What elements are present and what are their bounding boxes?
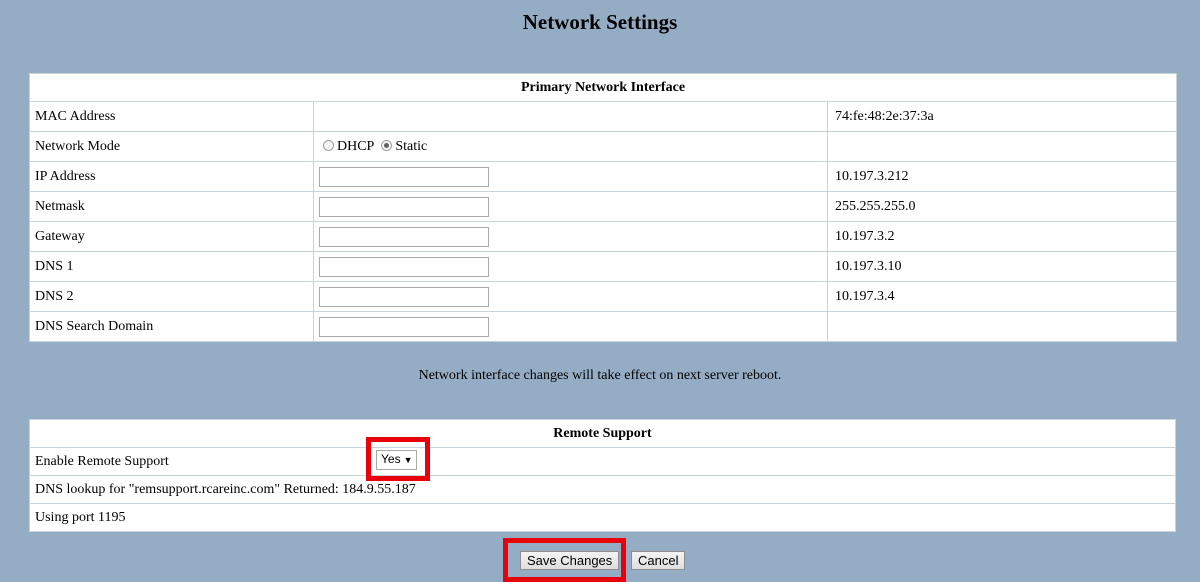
port-text: Using port 1195 [29, 503, 1176, 532]
enable-remote-support-row: Enable Remote Support [29, 447, 1176, 476]
remote-support-table: Remote Support Enable Remote Support DNS… [29, 419, 1176, 532]
dns2-row: DNS 2 10.197.3.4 [29, 281, 1178, 312]
dns-lookup-text: DNS lookup for "remsupport.rcareinc.com"… [29, 475, 1176, 504]
page-title: Network Settings [522, 10, 678, 34]
netmask-row: Netmask 255.255.255.0 [29, 191, 1178, 222]
dns-search-domain-row: DNS Search Domain [29, 311, 1178, 342]
dns-lookup-row: DNS lookup for "remsupport.rcareinc.com"… [29, 475, 1176, 504]
network-mode-label: Network Mode [29, 131, 314, 162]
gateway-label: Gateway [29, 221, 314, 252]
dhcp-option[interactable]: DHCP [319, 139, 374, 154]
ip-address-label: IP Address [29, 161, 314, 192]
static-option[interactable]: Static [377, 139, 427, 154]
reboot-note: Network interface changes will take effe… [418, 368, 782, 383]
enable-remote-support-label: Enable Remote Support [29, 447, 1176, 476]
network-mode-row: Network Mode DHCP Static [29, 131, 1178, 162]
dns1-input[interactable] [319, 256, 489, 277]
gateway-current: 10.197.3.2 [826, 221, 1178, 252]
dns2-input[interactable] [319, 286, 489, 307]
ip-address-row: IP Address 10.197.3.212 [29, 161, 1178, 192]
enable-remote-support-select[interactable]: Yes ▼ [376, 450, 417, 470]
mac-address-row: MAC Address 74:fe:48:2e:37:3a [29, 101, 1178, 132]
save-changes-button[interactable]: Save Changes [520, 551, 620, 570]
dns-search-domain-input[interactable] [319, 316, 489, 337]
static-radio-label: Static [395, 138, 428, 154]
gateway-row: Gateway 10.197.3.2 [29, 221, 1178, 252]
dns1-label: DNS 1 [29, 251, 314, 282]
dns2-current: 10.197.3.4 [826, 281, 1178, 312]
remote-support-header: Remote Support [29, 419, 1176, 448]
dns-search-domain-label: DNS Search Domain [29, 311, 314, 342]
gateway-input[interactable] [319, 226, 489, 247]
netmask-label: Netmask [29, 191, 314, 222]
static-radio[interactable] [381, 139, 393, 151]
port-row: Using port 1195 [29, 503, 1176, 532]
primary-network-interface-header: Primary Network Interface [28, 73, 1178, 102]
select-value: Yes [381, 452, 401, 466]
netmask-current: 255.255.255.0 [826, 191, 1178, 222]
mac-address-value: 74:fe:48:2e:37:3a [826, 101, 1178, 132]
mac-address-label: MAC Address [29, 101, 314, 132]
dns2-label: DNS 2 [29, 281, 314, 312]
primary-network-interface-table: Primary Network Interface MAC Address 74… [28, 73, 1178, 342]
netmask-input[interactable] [319, 196, 489, 217]
cancel-button[interactable]: Cancel [631, 551, 686, 570]
dhcp-radio-label: DHCP [337, 138, 374, 154]
dns1-current: 10.197.3.10 [826, 251, 1178, 282]
ip-address-input[interactable] [319, 166, 489, 187]
ip-address-current: 10.197.3.212 [826, 161, 1178, 192]
dropdown-arrow-icon: ▼ [403, 455, 413, 465]
dhcp-radio[interactable] [323, 139, 334, 151]
dns1-row: DNS 1 10.197.3.10 [29, 251, 1178, 282]
